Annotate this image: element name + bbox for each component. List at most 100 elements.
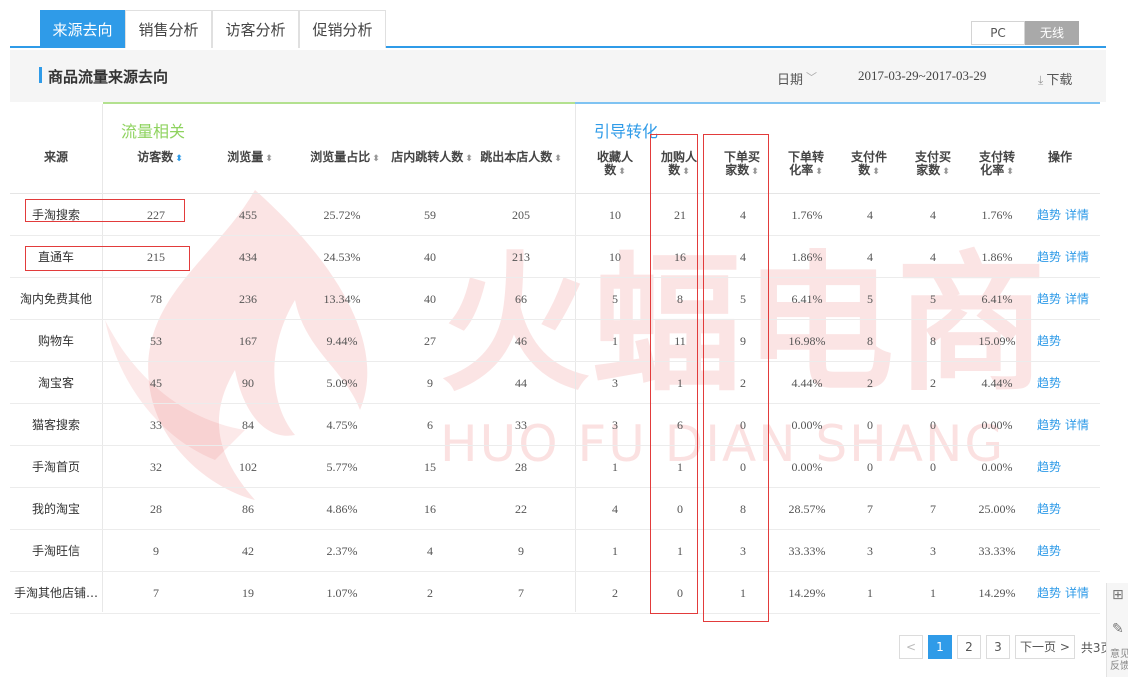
chevron-down-icon[interactable]: ﹀ [806,69,817,85]
prev-page-button[interactable]: < [899,635,923,659]
download-button[interactable]: ⤓ 下载 [1038,69,1072,88]
sort-icon[interactable]: ⬍ [372,154,380,164]
col-favorites[interactable]: 收藏人数 ⬍ [590,151,640,179]
trend-link[interactable]: 趋势 [1037,292,1061,306]
col-paid-items[interactable]: 支付件数 ⬍ [844,151,894,179]
cell-pay-rate: 15.09% [978,334,1016,348]
col-paid-buyers[interactable]: 支付买 家数 ⬍ [908,151,958,179]
sort-icon[interactable]: ⬍ [942,167,950,177]
cell-source: 购物车 [37,334,74,348]
trend-link[interactable]: 趋势 [1037,586,1061,600]
grid-icon[interactable]: ⊞ [1112,587,1124,603]
sort-icon[interactable]: ⬍ [1006,167,1014,177]
cell-in-store-jump: 15 [424,460,436,474]
highlight-box [703,134,769,622]
tab-promotion[interactable]: 促销分析 [299,10,386,48]
cell-out-store-jump: 213 [512,250,530,264]
cell-views: 102 [239,460,257,474]
trend-link[interactable]: 趋势 [1037,250,1061,264]
device-wireless-button[interactable]: 无线 [1025,21,1079,45]
col-view-ratio[interactable]: 浏览量占比 ⬍ [300,151,390,166]
cell-favorites: 5 [612,292,618,306]
cell-paid-items: 0 [867,418,873,432]
col-views-label: 浏览量 [227,150,264,164]
table-row: 手淘首页 32 102 5.77% 15 28 1 1 0 0.00% 0 0 0.00% 趋势 [10,446,1100,488]
cell-paid-buyers: 4 [930,250,936,264]
trend-link[interactable]: 趋势 [1037,418,1061,432]
edit-icon[interactable]: ✎ [1112,621,1124,637]
trend-link[interactable]: 趋势 [1037,376,1061,390]
cell-order-rate: 4.44% [791,376,823,390]
cell-actions: 趋势 [1032,362,1100,404]
cell-view-ratio: 25.72% [323,208,361,222]
col-order-rate-line2: 化率 [789,163,814,177]
cell-paid-items: 4 [867,250,873,264]
trend-link[interactable]: 趋势 [1037,544,1061,558]
col-visitors[interactable]: 访客数 ⬍ [120,151,200,166]
detail-link[interactable]: 详情 [1065,586,1089,600]
cell-pay-rate: 1.76% [981,208,1013,222]
cell-favorites: 10 [609,250,621,264]
next-page-button[interactable]: 下一页 > [1015,635,1075,659]
tab-source[interactable]: 来源去向 [40,10,125,48]
cell-paid-buyers: 0 [930,418,936,432]
cell-actions: 趋势 详情 [1032,236,1100,278]
cell-out-store-jump: 33 [515,418,527,432]
cell-views: 19 [242,586,254,600]
sort-icon[interactable]: ⬍ [618,167,626,177]
cell-visitors: 53 [150,334,162,348]
sort-icon[interactable]: ⬍ [265,154,273,164]
cell-paid-buyers: 8 [930,334,936,348]
col-paid-items-line2: 数 [858,163,871,177]
trend-link[interactable]: 趋势 [1037,460,1061,474]
cell-out-store-jump: 7 [518,586,524,600]
col-view-ratio-label: 浏览量占比 [310,150,371,164]
pagination: < 1 2 3 下一页 > 共3页 [899,634,1113,660]
col-views[interactable]: 浏览量 ⬍ [210,151,290,166]
cell-order-rate: 0.00% [791,418,823,432]
cell-visitors: 78 [150,292,162,306]
cell-out-store-jump: 46 [515,334,527,348]
cell-view-ratio: 5.77% [326,460,358,474]
col-out-store-jump[interactable]: 跳出本店人数 ⬍ [476,151,566,166]
trend-link[interactable]: 趋势 [1037,502,1061,516]
cell-paid-items: 0 [867,460,873,474]
date-dropdown[interactable]: 日期 [777,69,803,88]
cell-in-store-jump: 40 [424,292,436,306]
tab-sales[interactable]: 销售分析 [125,10,212,48]
page-1-button[interactable]: 1 [928,635,952,659]
cell-visitors: 32 [150,460,162,474]
cell-favorites: 3 [612,418,618,432]
cell-in-store-jump: 40 [424,250,436,264]
feedback-label[interactable]: 意见反馈 [1110,649,1128,673]
sort-icon[interactable]: ⬍ [175,154,183,164]
cell-paid-buyers: 1 [930,586,936,600]
sort-icon[interactable]: ⬍ [465,154,473,164]
detail-link[interactable]: 详情 [1065,292,1089,306]
page-3-button[interactable]: 3 [986,635,1010,659]
detail-link[interactable]: 详情 [1065,208,1089,222]
cell-view-ratio: 24.53% [323,250,361,264]
cell-source: 淘宝客 [37,376,74,390]
detail-link[interactable]: 详情 [1065,250,1089,264]
trend-link[interactable]: 趋势 [1037,208,1061,222]
page-2-button[interactable]: 2 [957,635,981,659]
device-pc-button[interactable]: PC [971,21,1025,45]
cell-view-ratio: 4.75% [326,418,358,432]
col-paid-buyers-line2: 家数 [916,163,941,177]
sort-icon[interactable]: ⬍ [554,154,562,164]
highlight-box [25,199,185,222]
sort-icon[interactable]: ⬍ [815,167,823,177]
cell-paid-items: 5 [867,292,873,306]
col-in-store-jump[interactable]: 店内跳转人数 ⬍ [388,151,476,166]
cell-order-rate: 16.98% [788,334,826,348]
feedback-widget[interactable]: ⊞ ✎ 意见反馈 [1106,583,1128,677]
trend-link[interactable]: 趋势 [1037,334,1061,348]
col-pay-rate[interactable]: 支付转 化率 ⬍ [972,151,1022,179]
cell-order-rate: 0.00% [791,460,823,474]
col-order-rate[interactable]: 下单转 化率 ⬍ [781,151,831,179]
tab-visitors[interactable]: 访客分析 [212,10,299,48]
detail-link[interactable]: 详情 [1065,418,1089,432]
cell-order-rate: 6.41% [791,292,823,306]
sort-icon[interactable]: ⬍ [872,167,880,177]
